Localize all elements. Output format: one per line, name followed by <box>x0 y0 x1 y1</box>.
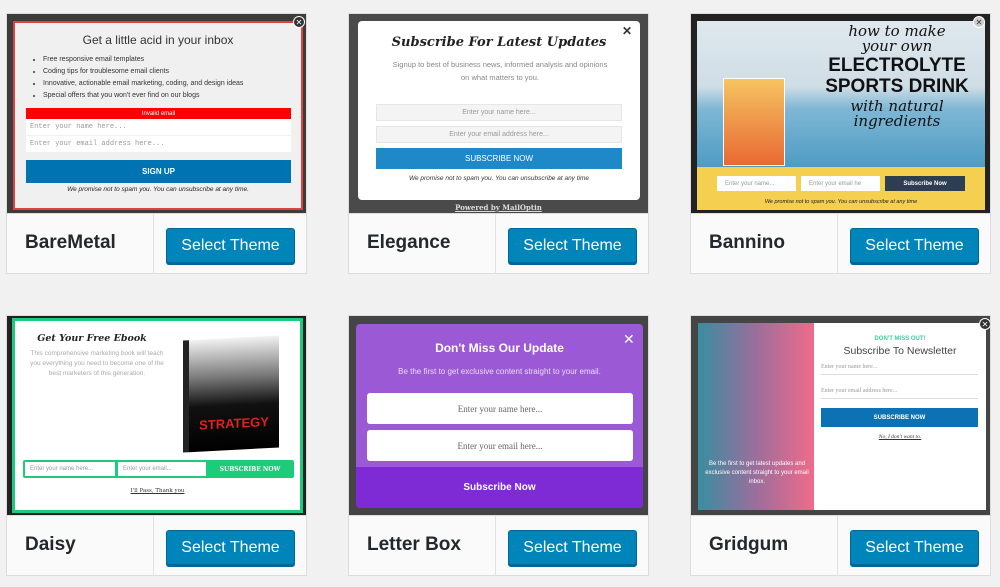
drink-image <box>723 78 785 166</box>
theme-name: Bannino <box>709 232 785 253</box>
theme-card-baremetal: ✕ Get a little acid in your inbox Free r… <box>6 13 307 274</box>
theme-preview[interactable]: how to make your own ELECTROLYTE SPORTS … <box>691 14 990 213</box>
name-field: Enter your name here... <box>821 360 978 375</box>
theme-preview[interactable]: Be the first to get latest updates and e… <box>691 316 990 515</box>
name-field: Enter your name here... <box>26 119 291 135</box>
decline-link: No, I don't want to. <box>878 434 922 440</box>
subtitle: This comprehensive marketing book will t… <box>30 350 164 377</box>
theme-name: BareMetal <box>25 232 116 253</box>
subtitle: Be the first to get exclusive content st… <box>398 367 601 376</box>
subtitle: Signup to best of business news, informe… <box>392 60 608 82</box>
preview-title: Subscribe To Newsletter <box>843 345 957 357</box>
email-field: Enter your email address here... <box>376 126 622 143</box>
signup-button: SIGN UP <box>26 160 291 183</box>
powered-by-link: Powered by MailOptin <box>455 203 542 212</box>
bullet: Free responsive email templates <box>43 54 243 66</box>
note: We promise not to spam you. You can unsu… <box>408 175 590 182</box>
theme-preview[interactable]: ✕ Don't Miss Our Update Be the first to … <box>349 316 648 515</box>
email-field: Enter your email address here... <box>26 136 291 152</box>
name-field: Enter your name here... <box>367 393 633 424</box>
book-title: STRATEGY <box>199 414 269 433</box>
theme-card-elegance: ✕ Subscribe For Latest Updates Signup to… <box>348 13 649 274</box>
theme-preview[interactable]: Get Your Free Ebook This comprehensive m… <box>7 316 306 515</box>
subscribe-button: SUBSCRIBE NOW <box>376 148 622 169</box>
close-icon: ✕ <box>979 318 990 330</box>
note: We promise not to spam you. You can unsu… <box>67 186 249 193</box>
bullet: Coding tips for troublesome email client… <box>43 66 243 78</box>
preview-title: Get Your Free Ebook <box>37 333 147 344</box>
select-theme-button[interactable]: Select Theme <box>850 228 979 263</box>
email-field: Enter your email he <box>801 176 880 191</box>
preview-title: Subscribe For Latest Updates <box>391 35 607 50</box>
select-theme-button[interactable]: Select Theme <box>508 228 637 263</box>
close-icon: ✕ <box>293 16 305 28</box>
theme-card-daisy: Get Your Free Ebook This comprehensive m… <box>6 315 307 576</box>
name-field: Enter your name here... <box>25 462 115 476</box>
theme-name: Daisy <box>25 534 76 555</box>
subscribe-button: Subscribe Now <box>885 176 965 191</box>
side-text: Be the first to get latest updates and e… <box>705 461 809 485</box>
tag: DON'T MISS OUT! <box>874 336 926 342</box>
preview-title: Don't Miss Our Update <box>435 341 564 355</box>
email-field: Enter your email here... <box>367 430 633 461</box>
theme-card-bannino: how to make your own ELECTROLYTE SPORTS … <box>690 13 991 274</box>
name-field: Enter your name here... <box>376 104 622 121</box>
email-field: Enter your email address here... <box>821 384 978 399</box>
headline: SPORTS DRINK <box>825 76 969 97</box>
subscribe-button: SUBSCRIBE NOW <box>821 408 978 427</box>
close-icon: ✕ <box>973 16 985 28</box>
name-field: Enter your name... <box>717 176 796 191</box>
select-theme-button[interactable]: Select Theme <box>508 530 637 565</box>
bullet: Innovative, actionable email marketing, … <box>43 78 243 90</box>
theme-name: Letter Box <box>367 534 461 555</box>
headline: your own <box>861 37 933 55</box>
theme-card-letter-box: ✕ Don't Miss Our Update Be the first to … <box>348 315 649 576</box>
theme-card-gridgum: Be the first to get latest updates and e… <box>690 315 991 576</box>
headline: ELECTROLYTE <box>828 55 966 76</box>
select-theme-button[interactable]: Select Theme <box>166 530 295 565</box>
bullet: Special offers that you won't ever find … <box>43 90 243 102</box>
preview-title: Get a little acid in your inbox <box>82 33 234 47</box>
ebook-image: STRATEGY <box>183 335 279 453</box>
select-theme-button[interactable]: Select Theme <box>850 530 979 565</box>
decline-link: I'll Pass, Thank you <box>130 488 185 494</box>
error-bar: Invalid email <box>26 108 291 119</box>
headline: ingredients <box>853 112 941 130</box>
note: We promise not to spam you. You can unsu… <box>764 199 918 205</box>
theme-name: Gridgum <box>709 534 789 555</box>
select-theme-button[interactable]: Select Theme <box>166 228 295 263</box>
theme-name: Elegance <box>367 232 451 253</box>
theme-preview[interactable]: ✕ Subscribe For Latest Updates Signup to… <box>349 14 648 213</box>
email-field: Enter your email... <box>118 462 206 476</box>
theme-preview[interactable]: ✕ Get a little acid in your inbox Free r… <box>7 14 306 213</box>
subscribe-button: SUBSCRIBE NOW <box>219 465 281 473</box>
subscribe-button: Subscribe Now <box>463 482 536 493</box>
